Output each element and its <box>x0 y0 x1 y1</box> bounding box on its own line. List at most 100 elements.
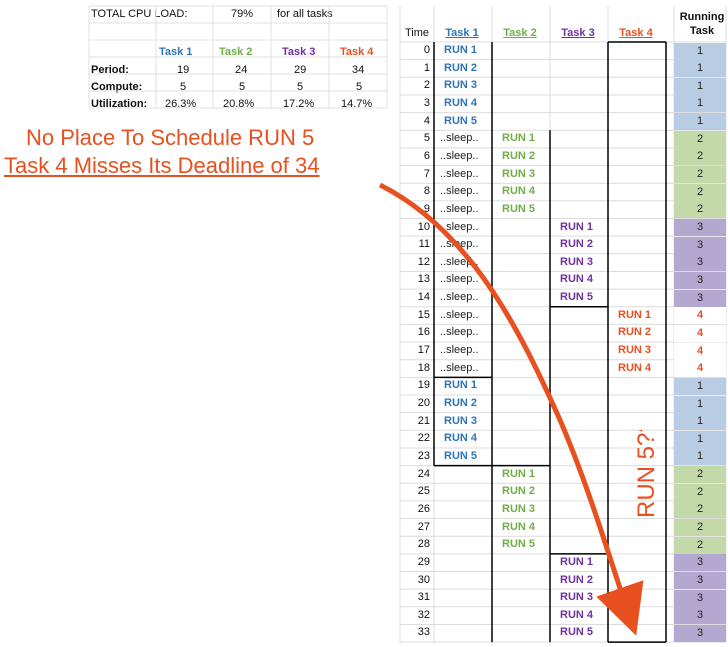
running-task-cell: 1 <box>674 77 726 95</box>
header-running-task: Running Task <box>679 11 725 37</box>
time-cell: 10 <box>417 220 430 233</box>
time-cell: 30 <box>417 573 430 586</box>
run-cell-t2: RUN 5 <box>502 538 536 551</box>
sleep-cell: ..sleep.. <box>440 132 479 145</box>
running-task-cell: 3 <box>674 589 726 607</box>
annotation-no-place: No Place To Schedule RUN 5 <box>26 125 315 150</box>
running-task-cell: 2 <box>674 466 726 484</box>
run-cell-t2: RUN 4 <box>502 520 536 533</box>
run-cell-t1: RUN 3 <box>444 414 478 427</box>
time-cell: 27 <box>417 520 430 533</box>
time-cell: 14 <box>417 291 430 304</box>
sleep-cell: ..sleep.. <box>440 167 479 180</box>
header-task3: Task 3 <box>561 27 595 39</box>
run-cell-t1: RUN 5 <box>444 114 478 127</box>
annotation-deadline-miss: Task 4 Misses Its Deadline of 34 <box>4 153 320 178</box>
running-task-cell: 3 <box>674 271 726 289</box>
run-cell-t1: RUN 3 <box>444 79 478 92</box>
running-task-cell: 4 <box>674 324 726 342</box>
header-task2: Task 2 <box>503 27 537 39</box>
running-task-cell: 1 <box>674 42 726 60</box>
running-task-cell: 3 <box>674 572 726 589</box>
time-cell: 19 <box>417 379 430 392</box>
run5-question-label: RUN 5??? <box>633 430 660 518</box>
time-cell: 29 <box>417 555 430 568</box>
run-cell-t2: RUN 3 <box>502 502 536 515</box>
running-task-cell: 1 <box>674 395 726 413</box>
run-cell-t1: RUN 1 <box>444 379 478 392</box>
run-cell-t1: RUN 2 <box>444 61 478 74</box>
header-task1: Task 1 <box>445 27 479 39</box>
sleep-cell: ..sleep.. <box>440 149 479 162</box>
run-cell-t3: RUN 2 <box>560 238 594 251</box>
time-cell: 21 <box>417 414 430 427</box>
run-cell-t3: RUN 5 <box>560 626 594 639</box>
run-cell-t4: RUN 1 <box>618 308 652 321</box>
sleep-cell: ..sleep.. <box>440 326 479 339</box>
running-task-cell: 1 <box>674 95 726 113</box>
time-cell: 15 <box>417 308 430 321</box>
run-cell-t1: RUN 4 <box>444 432 478 445</box>
header-time: Time <box>404 27 430 39</box>
sleep-cell: ..sleep.. <box>440 308 479 321</box>
time-cell: 26 <box>417 502 430 515</box>
run-cell-t2: RUN 2 <box>502 485 536 498</box>
sleep-cell: ..sleep.. <box>440 273 479 286</box>
run-cell-t1: RUN 4 <box>444 96 478 109</box>
run-cell-t4: RUN 2 <box>618 326 652 339</box>
running-task-cell: 2 <box>674 130 726 148</box>
run-cell-t3: RUN 1 <box>560 555 594 568</box>
run-cell-t1: RUN 5 <box>444 449 478 462</box>
time-cell: 9 <box>423 202 430 215</box>
run-cell-t3: RUN 4 <box>560 608 594 621</box>
run-cell-t3: RUN 1 <box>560 220 594 233</box>
run-cell-t3: RUN 2 <box>560 573 594 586</box>
time-cell: 25 <box>417 485 430 498</box>
run-cell-t2: RUN 2 <box>502 149 536 162</box>
running-task-cell: 3 <box>674 607 726 625</box>
time-cell: 3 <box>423 96 430 109</box>
running-task-cell: 2 <box>674 148 726 166</box>
time-cell: 8 <box>423 185 430 198</box>
running-task-cell: 2 <box>674 183 726 201</box>
running-task-cell: 3 <box>674 236 726 254</box>
running-task-cell: 1 <box>674 430 726 448</box>
running-task-cell: 2 <box>674 166 726 184</box>
running-task-cell: 1 <box>674 377 726 395</box>
time-cell: 11 <box>418 238 430 251</box>
time-cell: 16 <box>417 326 430 339</box>
running-task-cell: 3 <box>674 624 726 642</box>
running-task-cell: 1 <box>674 113 726 131</box>
time-cell: 32 <box>417 608 430 621</box>
sleep-cell: ..sleep.. <box>440 361 479 374</box>
time-cell: 28 <box>417 538 430 551</box>
sleep-cell: ..sleep.. <box>440 220 479 233</box>
run5-question-text: RUN 5??? <box>633 430 660 518</box>
running-task-cell: 3 <box>674 254 726 272</box>
header-task4: Task 4 <box>619 27 653 39</box>
sleep-cell: ..sleep.. <box>440 202 479 215</box>
running-task-cell: 2 <box>674 483 726 501</box>
run-cell-t2: RUN 5 <box>502 202 536 215</box>
time-cell: 13 <box>417 273 430 286</box>
time-cell: 33 <box>417 626 430 639</box>
time-cell: 18 <box>417 361 430 374</box>
time-cell: 31 <box>417 591 430 604</box>
running-task-cell: 4 <box>674 307 726 325</box>
running-task-cell: 2 <box>674 501 726 519</box>
schedule-table: Time Task 1 Task 2 Task 3 Task 4 Running… <box>0 0 728 647</box>
run-cell-t1: RUN 2 <box>444 397 478 409</box>
time-cell: 22 <box>417 432 430 445</box>
run-cell-t3: RUN 3 <box>560 591 594 604</box>
time-cell: 4 <box>423 114 430 127</box>
time-cell: 0 <box>423 44 430 56</box>
run-cell-t4: RUN 4 <box>618 361 652 374</box>
running-task-cell: 3 <box>674 219 726 236</box>
time-cell: 17 <box>417 344 430 357</box>
sleep-cell: ..sleep.. <box>440 255 479 268</box>
running-task-cell: 2 <box>674 201 726 219</box>
running-task-cell: 1 <box>674 413 726 431</box>
running-task-cell: 2 <box>674 536 726 554</box>
running-task-cell: 1 <box>674 448 726 466</box>
sleep-cell: ..sleep.. <box>440 344 479 357</box>
